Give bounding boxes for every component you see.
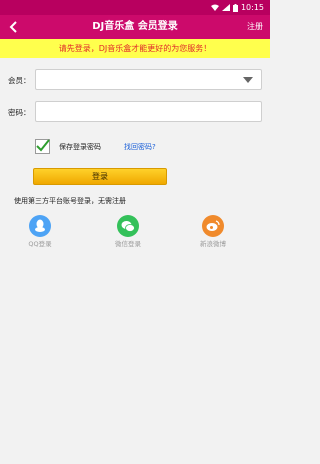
wechat-login-button[interactable]: 微信登录 xyxy=(108,215,148,248)
status-bar: 10:15 xyxy=(0,0,270,15)
signal-icon xyxy=(221,4,230,11)
weibo-login-button[interactable]: 新浪微博 xyxy=(193,215,233,248)
third-party-hint: 使用第三方平台账号登录，无需注册 xyxy=(14,197,126,205)
weibo-icon xyxy=(202,215,224,237)
qq-login-label: QQ登录 xyxy=(28,240,52,248)
member-select[interactable] xyxy=(35,69,262,90)
password-input[interactable] xyxy=(35,101,262,122)
header-bar: DJ音乐盒 会员登录 注册 xyxy=(0,15,270,39)
register-link[interactable]: 注册 xyxy=(247,21,263,33)
wechat-login-label: 微信登录 xyxy=(115,240,141,248)
wifi-icon xyxy=(210,4,219,11)
clock: 10:15 xyxy=(240,3,264,12)
password-label: 密码： xyxy=(8,108,31,117)
qq-icon xyxy=(29,215,51,237)
member-label: 会员： xyxy=(8,76,31,85)
login-notice: 请先登录，DJ音乐盒才能更好的为您服务！ xyxy=(0,39,270,58)
chevron-down-icon[interactable] xyxy=(243,77,253,83)
save-password-checkbox[interactable] xyxy=(35,139,50,154)
wechat-icon xyxy=(117,215,139,237)
page-title: DJ音乐盒 会员登录 xyxy=(92,21,178,32)
forgot-password-link[interactable]: 找回密码? xyxy=(124,143,156,152)
login-button[interactable]: 登录 xyxy=(33,168,167,185)
checkmark-icon xyxy=(36,139,50,152)
weibo-login-label: 新浪微博 xyxy=(200,240,226,248)
battery-icon xyxy=(232,3,238,12)
status-icons: 10:15 xyxy=(210,3,264,12)
qq-login-button[interactable]: QQ登录 xyxy=(20,215,60,248)
save-password-label: 保存登录密码 xyxy=(59,143,101,151)
